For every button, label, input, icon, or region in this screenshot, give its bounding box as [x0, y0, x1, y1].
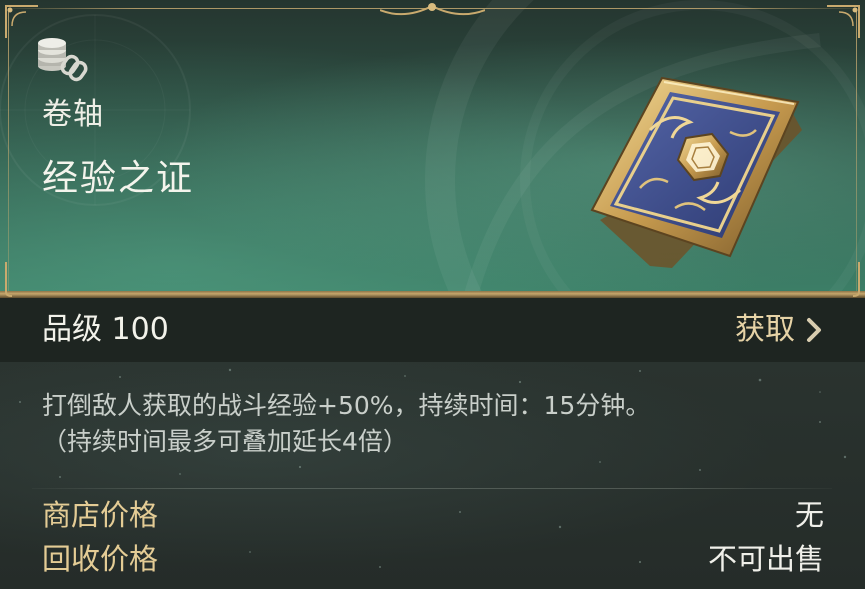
ornate-scroll-card-icon [590, 76, 802, 268]
acquire-button-label: 获取 [735, 312, 795, 347]
item-details: 打倒敌人获取的战斗经验+50%，持续时间：15分钟。 （持续时间最多可叠加延长4… [0, 362, 865, 589]
shop-price-row: 商店价格 无 [42, 495, 824, 535]
item-category-label: 卷轴 [42, 97, 104, 132]
chevron-right-icon [807, 318, 821, 342]
corner-ornament-icon [827, 5, 860, 38]
recycle-price-label: 回收价格 [42, 542, 159, 576]
corner-ornament-icon [852, 262, 860, 297]
shop-price-value: 无 [794, 498, 824, 532]
recycle-price-row: 回收价格 不可出售 [42, 539, 824, 579]
item-name: 经验之证 [42, 158, 195, 199]
item-description-line: 打倒敌人获取的战斗经验+50%，持续时间：15分钟。 [42, 391, 651, 420]
item-tooltip-panel: 卷轴 经验之证 品级 100 获取 打倒敌人获取的战斗经验+50%，持续时间：1… [0, 0, 865, 589]
divider [32, 488, 832, 489]
item-header: 卷轴 经验之证 [0, 0, 865, 298]
item-grade-label: 品级 100 [42, 312, 169, 347]
frame-bottom-border [0, 291, 865, 298]
item-description-note: （持续时间最多可叠加延长4倍） [42, 427, 408, 456]
recycle-price-value: 不可出售 [707, 542, 824, 576]
acquire-button[interactable]: 获取 [735, 306, 823, 354]
frame-left-border [8, 8, 9, 293]
grade-bar: 品级 100 获取 [0, 298, 865, 362]
coin-stack-link-icon [38, 38, 88, 82]
top-center-ornament-icon [380, 3, 485, 16]
shop-price-label: 商店价格 [42, 498, 159, 532]
corner-ornament-icon [5, 262, 13, 297]
frame-right-border [856, 8, 857, 293]
